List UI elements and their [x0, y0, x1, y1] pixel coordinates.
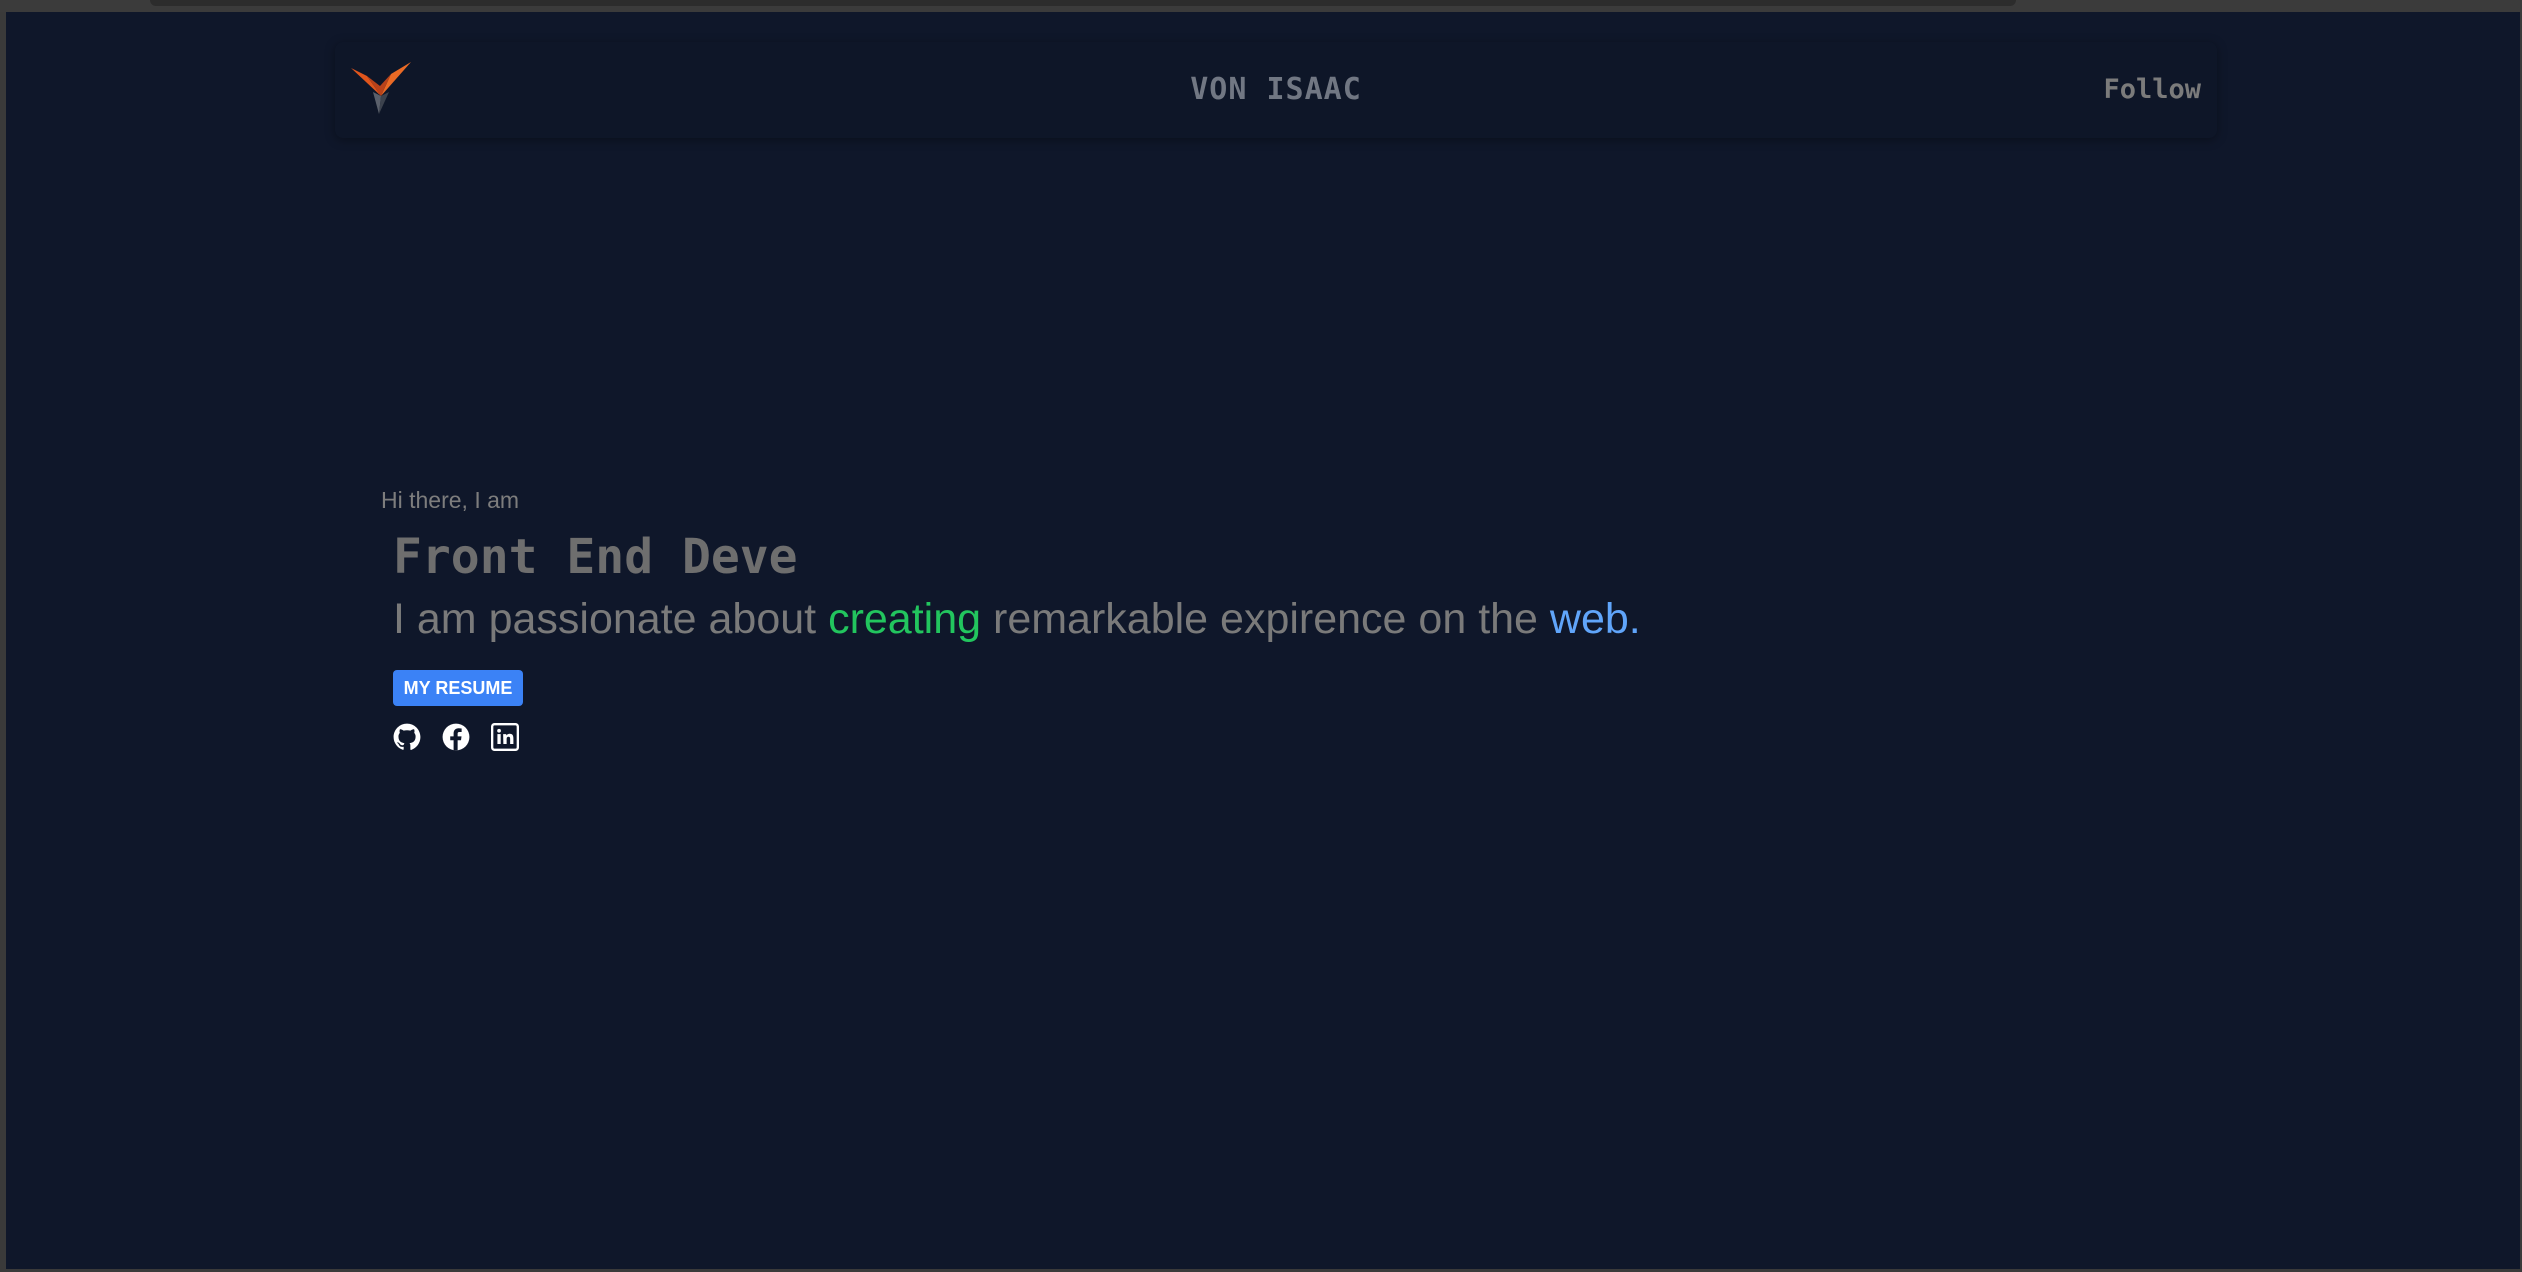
navbar: VON ISAAC Follow — [335, 42, 2217, 138]
resume-button[interactable]: MY RESUME — [393, 670, 523, 706]
tagline: I am passionate about creating remarkabl… — [393, 595, 1641, 644]
tagline-highlight-creating: creating — [828, 595, 982, 643]
tagline-part-1: I am passionate about — [393, 595, 829, 643]
follow-link[interactable]: Follow — [2103, 42, 2201, 138]
page-viewport: VON ISAAC Follow Hi there, I am Front En… — [6, 12, 2520, 1269]
github-icon[interactable] — [393, 723, 421, 751]
browser-tab-edge — [150, 0, 2016, 6]
facebook-icon[interactable] — [442, 723, 470, 751]
role-typewriter-text: Front End Deve — [393, 529, 798, 585]
tagline-part-2: remarkable expirence on the — [981, 595, 1550, 643]
social-links — [393, 723, 519, 753]
browser-top-edge — [0, 0, 2522, 12]
greeting-text: Hi there, I am — [381, 487, 520, 513]
tagline-highlight-web: web. — [1549, 595, 1641, 643]
brand-title: VON ISAAC — [1190, 72, 1362, 107]
linkedin-icon[interactable] — [491, 723, 519, 751]
